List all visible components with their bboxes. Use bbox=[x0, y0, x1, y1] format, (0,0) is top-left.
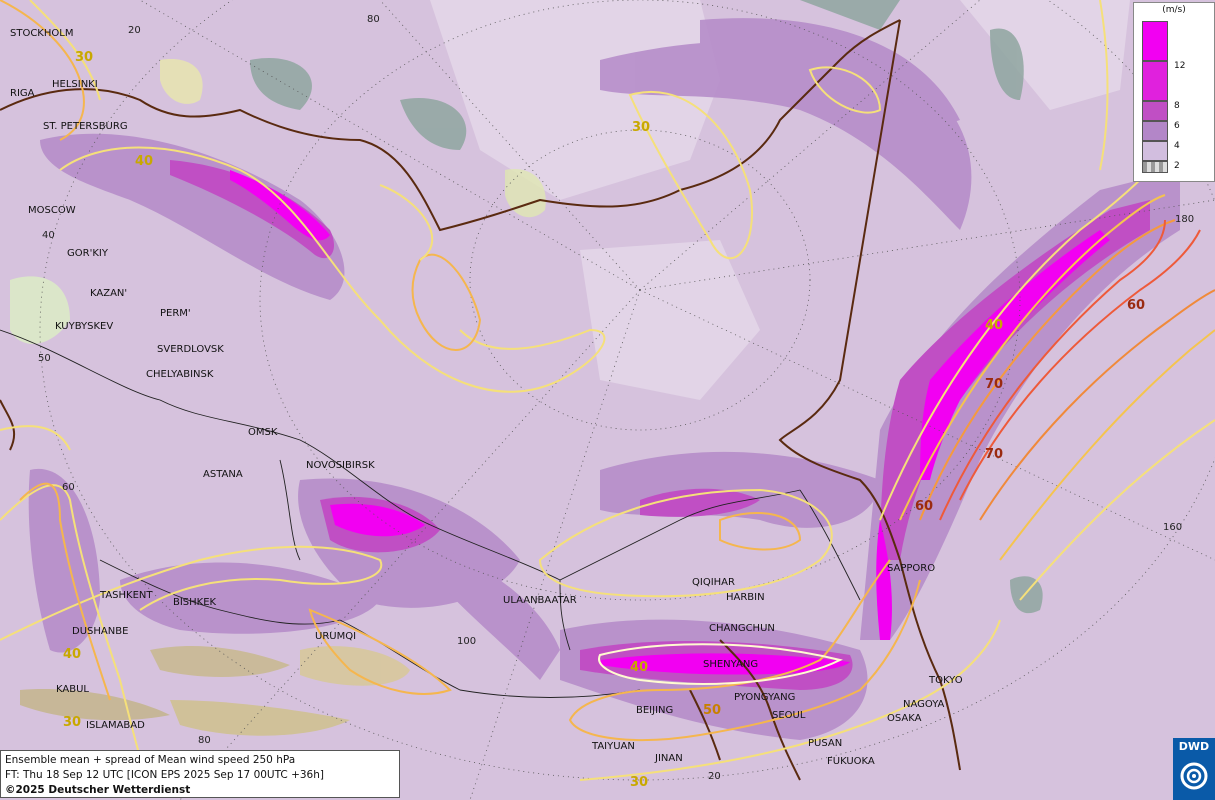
city-label: HELSINKI bbox=[52, 79, 98, 90]
legend-swatch bbox=[1142, 121, 1168, 141]
legend-swatch bbox=[1142, 101, 1168, 121]
legend-label: 12 bbox=[1174, 61, 1186, 71]
city-label: TOKYO bbox=[928, 675, 963, 686]
contour-label: 40 bbox=[63, 647, 81, 662]
dwd-logo: DWD bbox=[1173, 738, 1215, 800]
grid-label: 100 bbox=[457, 636, 476, 647]
city-label: JINAN bbox=[654, 753, 683, 764]
city-label: SVERDLOVSK bbox=[157, 344, 224, 355]
city-label: OMSK bbox=[248, 427, 278, 438]
grid-label: 50 bbox=[38, 353, 51, 364]
product-title: Ensemble mean + spread of Mean wind spee… bbox=[5, 754, 296, 766]
weather-map: 30 40 30 40 70 70 60 60 40 50 30 40 30 2… bbox=[0, 0, 1215, 800]
city-label: KUYBYSKEV bbox=[55, 321, 113, 332]
legend-swatch bbox=[1142, 21, 1168, 61]
copyright: ©2025 Deutscher Wetterdienst bbox=[5, 784, 191, 796]
grid-label: 20 bbox=[708, 771, 721, 782]
city-label: NOVOSIBIRSK bbox=[306, 460, 375, 471]
grid-label: 20 bbox=[128, 25, 141, 36]
city-label: BISHKEK bbox=[173, 597, 217, 608]
city-label: GOR'KIY bbox=[67, 248, 109, 259]
grid-label: 160 bbox=[1163, 522, 1182, 533]
legend-label: 4 bbox=[1174, 141, 1180, 151]
city-label: CHELYABINSK bbox=[146, 369, 214, 380]
city-label: OSAKA bbox=[887, 713, 922, 724]
color-legend: (m/s) 12 8 6 4 2 bbox=[1133, 2, 1215, 182]
city-label: NAGOYA bbox=[903, 699, 945, 710]
city-label: FUKUOKA bbox=[827, 756, 875, 767]
city-label: STOCKHOLM bbox=[10, 28, 73, 39]
city-label: MOSCOW bbox=[28, 205, 76, 216]
legend-unit: (m/s) bbox=[1162, 5, 1186, 15]
city-label: BEIJING bbox=[636, 705, 673, 716]
contour-label: 30 bbox=[63, 715, 81, 730]
city-label: TASHKENT bbox=[99, 590, 153, 601]
legend-swatch bbox=[1142, 161, 1168, 173]
swirl-icon bbox=[1180, 762, 1208, 790]
grid-label: 180 bbox=[1175, 214, 1194, 225]
contour-label: 70 bbox=[985, 447, 1003, 462]
city-label: URUMQI bbox=[315, 631, 356, 642]
contour-label: 70 bbox=[985, 377, 1003, 392]
city-label: SEOUL bbox=[772, 710, 806, 721]
city-label: PYONGYANG bbox=[734, 692, 795, 703]
city-label: ULAANBAATAR bbox=[503, 595, 577, 606]
contour-label: 40 bbox=[630, 660, 648, 675]
legend-swatch bbox=[1142, 141, 1168, 161]
grid-label: 60 bbox=[62, 482, 75, 493]
contour-label: 30 bbox=[75, 50, 93, 65]
contour-label: 60 bbox=[1127, 298, 1145, 313]
city-label: PERM' bbox=[160, 308, 191, 319]
contour-label: 60 bbox=[915, 499, 933, 514]
contour-label: 40 bbox=[135, 154, 153, 169]
contour-label: 50 bbox=[703, 703, 721, 718]
city-label: KAZAN' bbox=[90, 288, 127, 299]
grid-label: 80 bbox=[198, 735, 211, 746]
map-info-box: Ensemble mean + spread of Mean wind spee… bbox=[0, 750, 400, 798]
contour-label: 30 bbox=[630, 775, 648, 790]
city-label: RIGA bbox=[10, 88, 35, 99]
legend-swatch bbox=[1142, 61, 1168, 101]
city-label: SHENYANG bbox=[703, 659, 758, 670]
city-label: SAPPORO bbox=[887, 563, 935, 574]
city-label: QIQIHAR bbox=[692, 577, 735, 588]
city-label: ISLAMABAD bbox=[86, 720, 145, 731]
city-label: CHANGCHUN bbox=[709, 623, 775, 634]
city-label: TAIYUAN bbox=[591, 741, 635, 752]
legend-label: 6 bbox=[1174, 121, 1180, 131]
city-label: HARBIN bbox=[726, 592, 765, 603]
legend-label: 8 bbox=[1174, 101, 1180, 111]
city-label: KABUL bbox=[56, 684, 89, 695]
city-label: DUSHANBE bbox=[72, 626, 128, 637]
grid-label: 40 bbox=[42, 230, 55, 241]
city-label: ST. PETERSBURG bbox=[43, 121, 128, 132]
forecast-time: FT: Thu 18 Sep 12 UTC [ICON EPS 2025 Sep… bbox=[5, 769, 324, 781]
city-label: PUSAN bbox=[808, 738, 842, 749]
legend-label: 2 bbox=[1174, 161, 1180, 171]
city-label: ASTANA bbox=[203, 469, 243, 480]
contour-label: 30 bbox=[632, 120, 650, 135]
grid-label: 80 bbox=[367, 14, 380, 25]
contour-label: 40 bbox=[985, 318, 1003, 333]
